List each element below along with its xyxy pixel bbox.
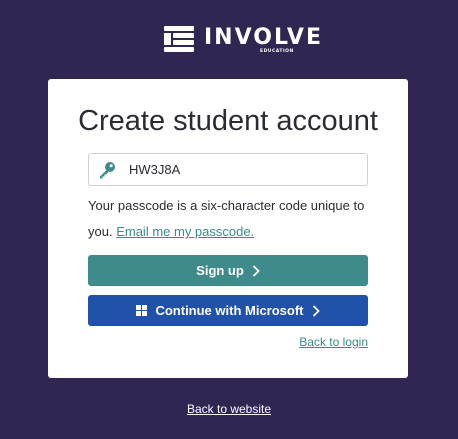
microsoft-label: Continue with Microsoft (155, 303, 304, 318)
brand-name: INVOLVE (204, 25, 323, 50)
involve-logo: INVOLVE EDUCATION (164, 24, 321, 58)
back-to-login-link[interactable]: Back to login (299, 335, 368, 349)
chevron-right-icon (312, 304, 320, 317)
logo-mark-icon (164, 26, 194, 52)
sign-up-button[interactable]: Sign up (88, 255, 368, 286)
passcode-field[interactable] (88, 153, 368, 186)
back-to-website-link[interactable]: Back to website (0, 402, 458, 416)
passcode-input[interactable] (129, 154, 359, 185)
brand-tagline: EDUCATION (260, 49, 294, 54)
sign-up-label: Sign up (196, 263, 244, 278)
create-account-card: Create student account Your passcode is … (48, 79, 408, 378)
chevron-right-icon (252, 264, 260, 277)
passcode-help-text: Your passcode is a six-character code un… (88, 193, 373, 245)
continue-with-microsoft-button[interactable]: Continue with Microsoft (88, 295, 368, 326)
microsoft-icon (136, 305, 148, 316)
email-passcode-link[interactable]: Email me my passcode. (116, 224, 254, 239)
key-icon (100, 162, 115, 179)
page-title: Create student account (78, 105, 378, 137)
